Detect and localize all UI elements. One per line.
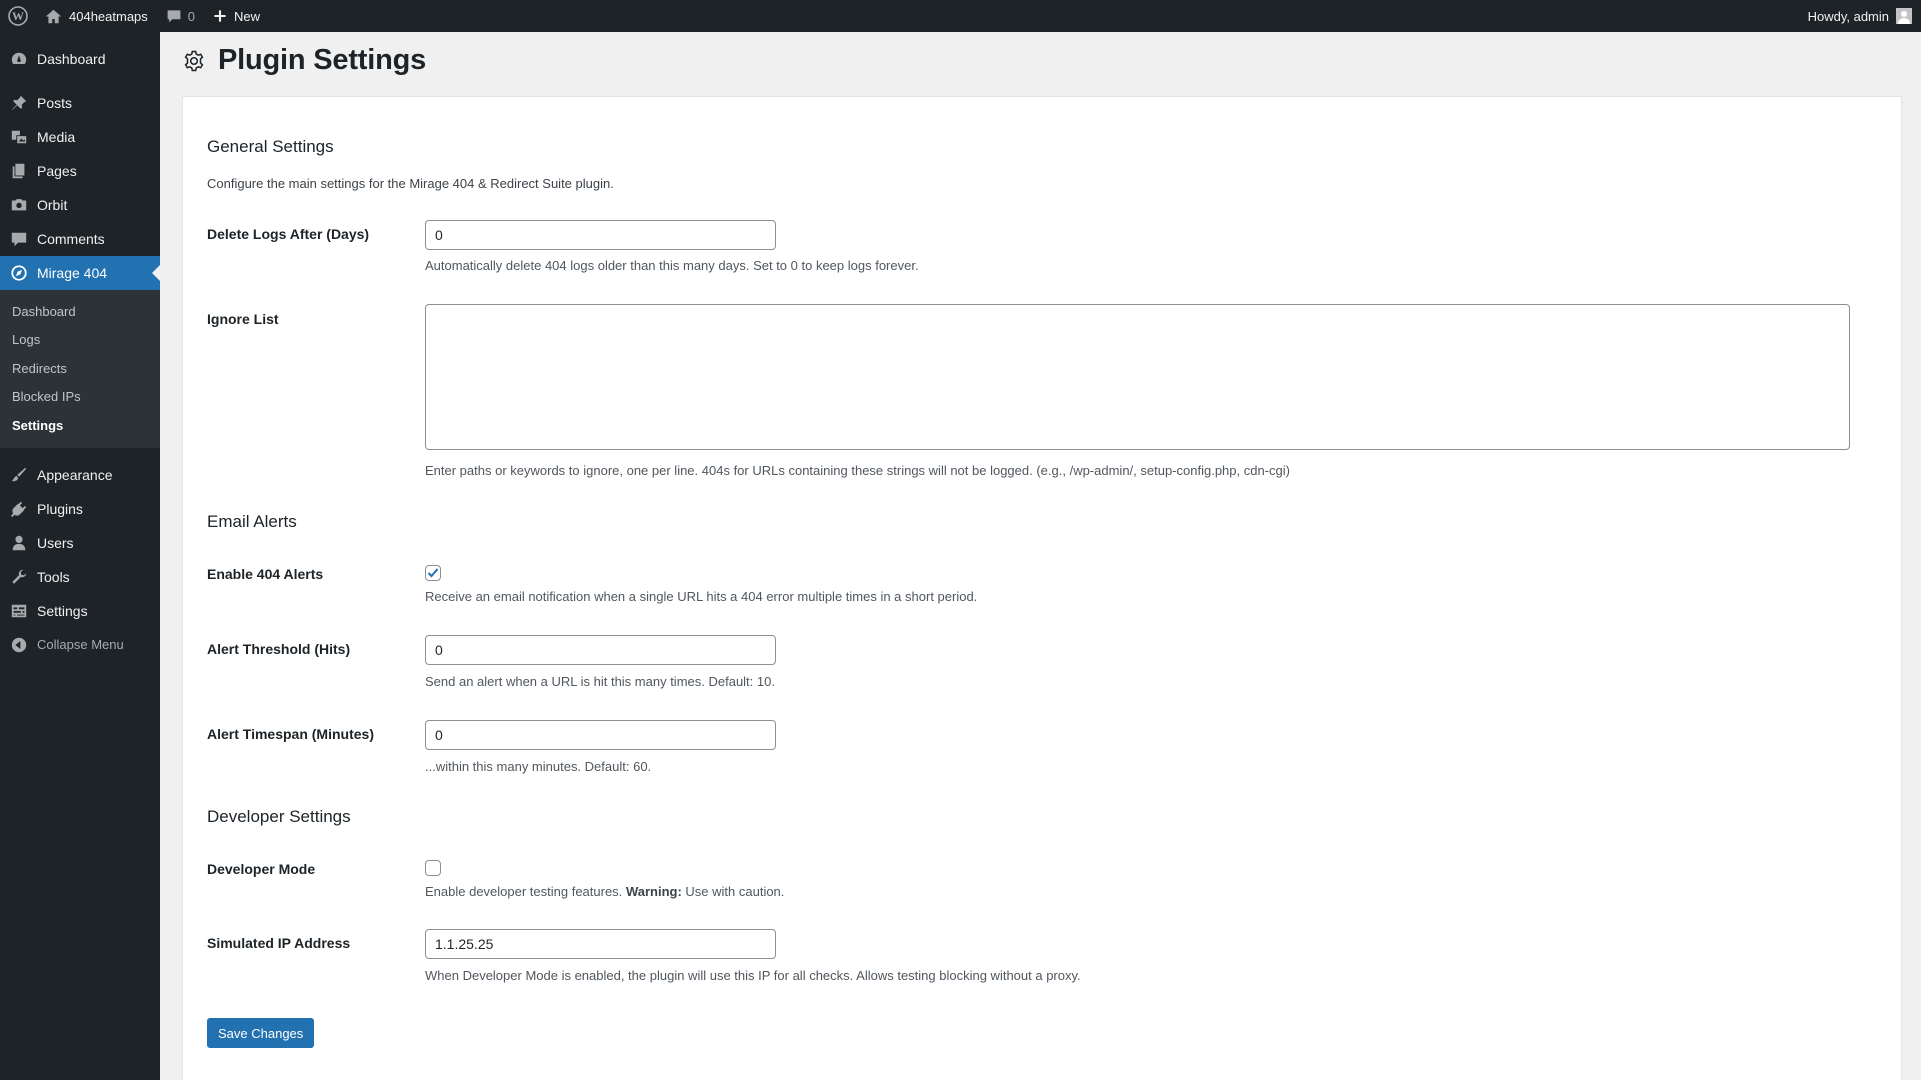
sidebar-label: Mirage 404 xyxy=(37,265,108,281)
dashboard-gauge-icon xyxy=(11,52,27,64)
media-icon xyxy=(11,130,27,144)
avatar xyxy=(1896,8,1912,24)
alert-threshold-help: Send an alert when a URL is hit this man… xyxy=(425,674,775,689)
sidebar-item-users[interactable]: Users xyxy=(0,526,160,560)
admin-bar: W 404heatmaps 0 New Howdy, admin xyxy=(0,0,1921,32)
site-name-link[interactable]: 404heatmaps xyxy=(36,0,157,32)
submenu-item-redirects[interactable]: Redirects xyxy=(0,354,160,383)
alert-timespan-input[interactable] xyxy=(425,720,776,750)
collapse-label: Collapse Menu xyxy=(37,637,124,652)
developer-settings-heading: Developer Settings xyxy=(207,807,351,826)
enable-alerts-label: Enable 404 Alerts xyxy=(207,566,324,582)
sidebar-item-posts[interactable]: Posts xyxy=(0,86,160,120)
paintbrush-icon xyxy=(11,467,27,481)
plug-icon xyxy=(10,501,27,517)
alert-timespan-help: ...within this many minutes. Default: 60… xyxy=(425,759,652,774)
sidebar-label: Appearance xyxy=(37,466,113,483)
developer-mode-checkbox[interactable] xyxy=(425,860,441,876)
page-title: Plugin Settings xyxy=(218,44,427,76)
delete-logs-label: Delete Logs After (Days) xyxy=(207,226,370,242)
sidebar-item-dashboard[interactable]: Dashboard xyxy=(0,42,160,76)
comment-icon xyxy=(11,232,27,247)
sidebar-label: Settings xyxy=(37,602,88,619)
email-alerts-heading: Email Alerts xyxy=(207,512,297,531)
sidebar-label: Posts xyxy=(37,95,73,111)
sidebar-item-tools[interactable]: Tools xyxy=(0,560,160,594)
alert-threshold-label: Alert Threshold (Hits) xyxy=(207,641,351,657)
simulated-ip-input[interactable] xyxy=(425,929,776,959)
wrench-icon xyxy=(12,569,27,584)
sidebar-label: Pages xyxy=(37,163,77,179)
sidebar-label: Users xyxy=(37,534,74,551)
checkmark-icon xyxy=(427,568,439,578)
comment-bubble-icon xyxy=(167,10,181,23)
comments-count: 0 xyxy=(187,8,196,24)
admin-sidebar: Dashboard Posts Media Pages Orbit Commen… xyxy=(0,32,160,1080)
sidebar-item-pages[interactable]: Pages xyxy=(0,154,160,188)
enable-alerts-help: Receive an email notification when a sin… xyxy=(425,589,978,604)
submenu-item-dashboard[interactable]: Dashboard xyxy=(0,297,160,326)
sidebar-label: Orbit xyxy=(37,197,68,213)
alert-threshold-input[interactable] xyxy=(425,635,776,665)
general-settings-description: Configure the main settings for the Mira… xyxy=(207,176,614,191)
developer-mode-help-suffix: Use with caution. xyxy=(685,884,785,899)
site-name: 404heatmaps xyxy=(69,8,148,24)
main-content: Plugin Settings General Settings Configu… xyxy=(160,32,1921,1080)
new-label: New xyxy=(234,8,261,24)
mirage-submenu: Dashboard Logs Redirects Blocked IPs Set… xyxy=(0,290,160,448)
user-icon xyxy=(12,535,26,550)
sidebar-item-appearance[interactable]: Appearance xyxy=(0,458,160,492)
sidebar-item-settings[interactable]: Settings xyxy=(0,594,160,628)
delete-logs-input[interactable] xyxy=(425,220,776,250)
settings-sliders-icon xyxy=(11,604,27,617)
compass-icon xyxy=(11,265,27,281)
ignore-list-help: Enter paths or keywords to ignore, one p… xyxy=(425,463,1290,478)
sidebar-label: Dashboard xyxy=(37,51,106,67)
sidebar-label: Comments xyxy=(37,231,105,247)
delete-logs-help: Automatically delete 404 logs older than… xyxy=(425,258,919,273)
enable-alerts-checkbox[interactable] xyxy=(425,565,441,581)
ignore-list-textarea[interactable] xyxy=(425,304,1850,450)
sidebar-item-media[interactable]: Media xyxy=(0,120,160,154)
sidebar-item-mirage-404[interactable]: Mirage 404 xyxy=(0,256,160,290)
gear-icon xyxy=(184,50,204,71)
warning-label: Warning: xyxy=(625,884,682,899)
general-settings-heading: General Settings xyxy=(207,137,334,156)
svg-text:W: W xyxy=(12,9,24,23)
sidebar-label: Tools xyxy=(37,568,70,585)
ignore-list-label: Ignore List xyxy=(207,311,279,327)
pushpin-icon xyxy=(12,95,27,110)
pages-icon xyxy=(12,163,25,179)
comments-link[interactable]: 0 xyxy=(157,0,204,32)
simulated-ip-help: When Developer Mode is enabled, the plug… xyxy=(425,968,1081,983)
submenu-item-blocked-ips[interactable]: Blocked IPs xyxy=(0,383,160,412)
sidebar-item-plugins[interactable]: Plugins xyxy=(0,492,160,526)
developer-mode-help-text: Enable developer testing features. xyxy=(425,884,623,899)
collapse-menu-button[interactable]: Collapse Menu xyxy=(0,628,160,662)
sidebar-item-comments[interactable]: Comments xyxy=(0,222,160,256)
new-content-link[interactable]: New xyxy=(204,0,269,32)
collapse-arrow-icon xyxy=(11,637,27,652)
alert-timespan-label: Alert Timespan (Minutes) xyxy=(207,726,374,742)
developer-mode-label: Developer Mode xyxy=(207,861,316,877)
sidebar-label: Media xyxy=(37,129,76,145)
plus-icon xyxy=(214,10,226,22)
developer-mode-help: Enable developer testing features. Warni… xyxy=(425,884,784,899)
howdy-text: Howdy, admin xyxy=(1807,8,1889,24)
camera-icon xyxy=(11,199,27,211)
page-header: Plugin Settings xyxy=(182,44,426,77)
sidebar-label: Plugins xyxy=(37,500,83,517)
simulated-ip-label: Simulated IP Address xyxy=(207,935,351,951)
wordpress-logo-icon[interactable]: W xyxy=(0,0,36,32)
sidebar-item-orbit[interactable]: Orbit xyxy=(0,188,160,222)
settings-card: General Settings Configure the main sett… xyxy=(182,96,1902,1080)
submenu-item-logs[interactable]: Logs xyxy=(0,326,160,355)
submenu-item-settings[interactable]: Settings xyxy=(0,411,160,440)
save-changes-button[interactable]: Save Changes xyxy=(207,1018,315,1048)
my-account-link[interactable]: Howdy, admin xyxy=(1799,0,1921,32)
home-icon xyxy=(45,9,62,23)
